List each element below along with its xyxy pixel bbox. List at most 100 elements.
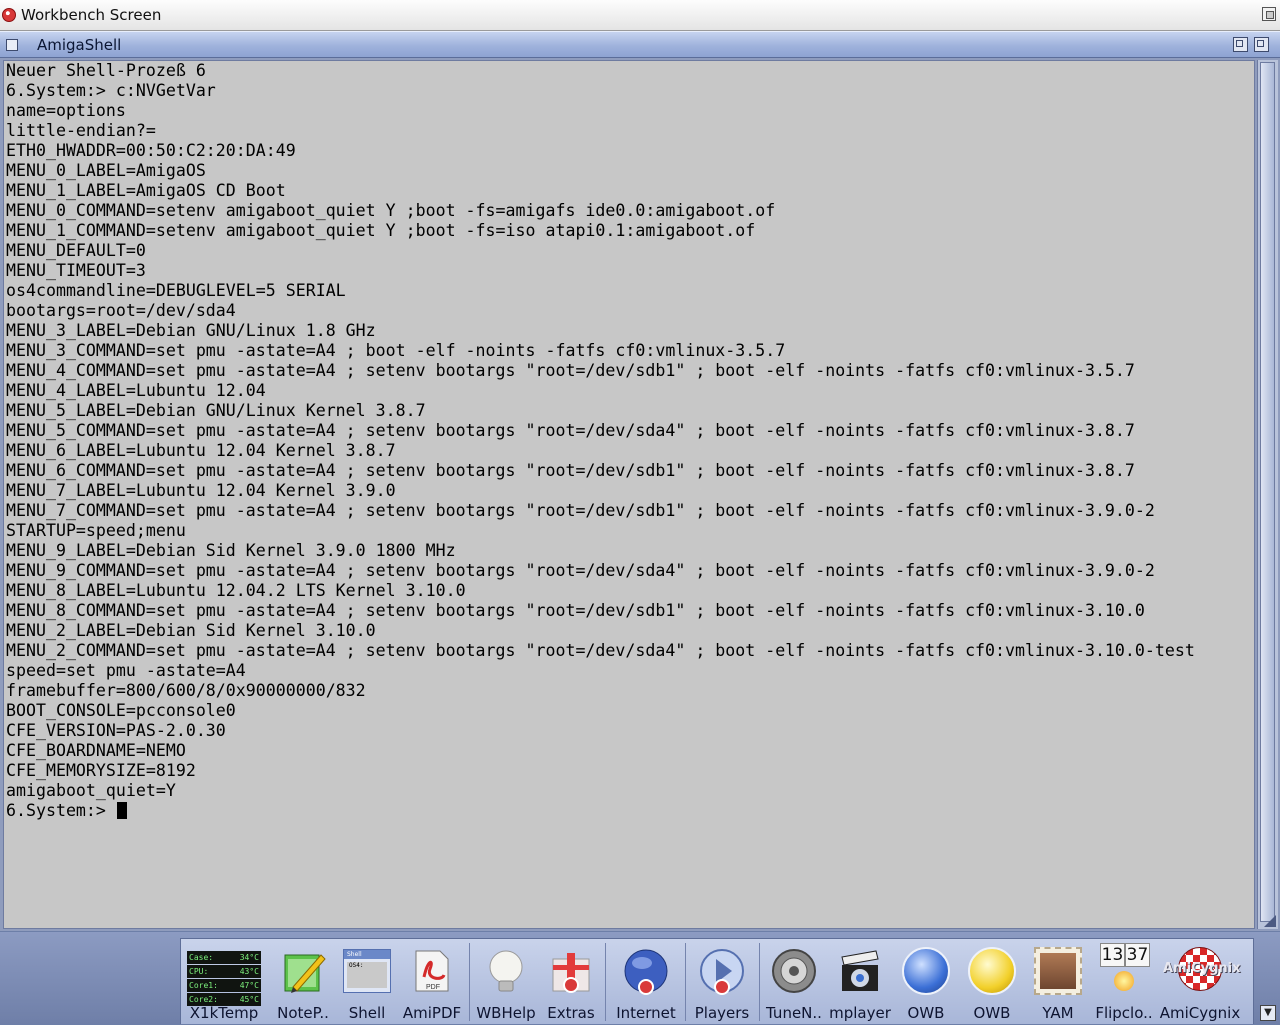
console-line: MENU_6_LABEL=Lubuntu 12.04 Kernel 3.8.7 (6, 441, 396, 460)
dock-scroll-down-button[interactable]: ▼ (1260, 1005, 1276, 1021)
console-line: MENU_1_COMMAND=setenv amigaboot_quiet Y … (6, 221, 756, 240)
shell-console[interactable]: Neuer Shell-Prozeß 6 6.System:> c:NVGetV… (3, 60, 1255, 929)
blue-orb-icon (902, 947, 950, 995)
console-line: os4commandline=DEBUGLEVEL=5 SERIAL (6, 281, 346, 300)
dock-separator (759, 943, 760, 1021)
dock-separator (685, 943, 686, 1021)
console-line: MENU_2_COMMAND=set pmu -astate=A4 ; sete… (6, 641, 1195, 660)
console-line: ETH0_HWADDR=00:50:C2:20:DA:49 (6, 141, 296, 160)
amicygnix-logo-text: AmiCygnix (1163, 961, 1241, 976)
shell-prompt: 6.System:> (6, 801, 116, 820)
window-title-bar[interactable]: AmigaShell (0, 31, 1280, 58)
dock-label: AmiPDF (402, 1004, 462, 1022)
flip-clock-icon: 13 37 (1100, 943, 1150, 991)
dock-label: OWB (907, 1004, 945, 1022)
dock-item-owb-yellow[interactable]: OWB (959, 939, 1025, 1025)
console-line: MENU_0_LABEL=AmigaOS (6, 161, 206, 180)
dock-item-extras[interactable]: Extras (541, 939, 601, 1025)
yellow-orb-icon (968, 947, 1016, 995)
console-line: MENU_3_COMMAND=set pmu -astate=A4 ; boot… (6, 341, 786, 360)
screen-title: Workbench Screen (21, 6, 162, 24)
depth-gadget-icon[interactable] (1254, 37, 1269, 52)
console-line: MENU_4_LABEL=Lubuntu 12.04 (6, 381, 266, 400)
dock-item-yam[interactable]: YAM (1027, 939, 1089, 1025)
console-line: CFE_BOARDNAME=NEMO (6, 741, 186, 760)
console-line: MENU_1_LABEL=AmigaOS CD Boot (6, 181, 286, 200)
dock-label: mplayer (829, 1004, 891, 1022)
dock-item-internet[interactable]: Internet (609, 939, 683, 1025)
console-line: MENU_4_COMMAND=set pmu -astate=A4 ; sete… (6, 361, 1135, 380)
dock-label: YAM (1042, 1004, 1074, 1022)
dock-label: X1kTemp (189, 1004, 259, 1022)
dock-item-shell[interactable]: Shell OS4: Shell (337, 939, 397, 1025)
temp-row: Case: 34°C (187, 951, 261, 964)
lightbulb-icon (489, 950, 523, 992)
window-title: AmigaShell (37, 36, 122, 54)
console-line: amigaboot_quiet=Y (6, 781, 176, 800)
size-gadget-icon[interactable] (1264, 915, 1276, 927)
temp-row: CPU: 43°C (187, 965, 261, 978)
dock-label: WBHelp (476, 1004, 536, 1022)
dock-item-owb-blue[interactable]: OWB (895, 939, 957, 1025)
console-line: CFE_MEMORYSIZE=8192 (6, 761, 196, 780)
console-line: MENU_0_COMMAND=setenv amigaboot_quiet Y … (6, 201, 776, 220)
console-line: Neuer Shell-Prozeß 6 (6, 61, 206, 80)
console-line: speed=set pmu -astate=A4 (6, 661, 246, 680)
pdf-label: PDF (426, 984, 440, 991)
dock-item-tunenet[interactable]: TuneN.. (763, 939, 825, 1025)
console-line: name=options (6, 101, 126, 120)
dock-item-flipclock[interactable]: 13 37 Flipclo.. (1091, 939, 1157, 1025)
dock-label: Players (694, 1004, 750, 1022)
console-line: MENU_5_COMMAND=set pmu -astate=A4 ; sete… (6, 421, 1135, 440)
dock-label: NoteP.. (277, 1004, 329, 1022)
console-line: MENU_5_LABEL=Debian GNU/Linux Kernel 3.8… (6, 401, 426, 420)
amiga-logo-icon (2, 8, 16, 22)
dock-separator (605, 943, 606, 1021)
dock-label: TuneN.. (766, 1004, 822, 1022)
amidock: Case: 34°C CPU: 43°C Core1: 47°C Core2: 45°C… (0, 932, 1280, 1024)
console-line: BOOT_CONSOLE=pcconsole0 (6, 701, 236, 720)
console-line: MENU_9_LABEL=Debian Sid Kernel 3.9.0 180… (6, 541, 456, 560)
console-line: MENU_TIMEOUT=3 (6, 261, 146, 280)
dock-label: Flipclo.. (1095, 1004, 1153, 1022)
play-button-icon (700, 949, 744, 995)
globe-icon (624, 949, 668, 995)
dock-separator (469, 943, 470, 1021)
shell-window: AmigaShell Neuer Shell-Prozeß 6 6.System… (0, 31, 1280, 931)
console-line: MENU_8_LABEL=Lubuntu 12.04.2 LTS Kernel … (6, 581, 466, 600)
console-line: STARTUP=speed;menu (6, 521, 186, 540)
console-output: Neuer Shell-Prozeß 6 6.System:> c:NVGetV… (6, 61, 1195, 821)
console-line: MENU_3_LABEL=Debian GNU/Linux 1.8 GHz (6, 321, 376, 340)
dock-item-wbhelp[interactable]: WBHelp (473, 939, 539, 1025)
screen-depth-gadget-icon[interactable] (1262, 7, 1276, 21)
iconify-gadget-icon[interactable] (1233, 37, 1248, 52)
dock-label: OWB (973, 1004, 1011, 1022)
console-line: MENU_DEFAULT=0 (6, 241, 146, 260)
vertical-scrollbar[interactable] (1257, 60, 1278, 929)
dock-item-amipdf[interactable]: PDF AmiPDF (399, 939, 465, 1025)
dock-label: Internet (616, 1004, 676, 1022)
scrollbar-thumb[interactable] (1260, 62, 1275, 922)
temp-row: Core1: 47°C (187, 979, 261, 992)
dock-item-amicygnix[interactable]: AmiCygnix AmiCygnix (1159, 939, 1241, 1025)
mail-stamp-icon (1034, 947, 1082, 995)
text-cursor (116, 802, 127, 819)
close-gadget-icon[interactable] (6, 39, 18, 51)
console-line: MENU_2_LABEL=Debian Sid Kernel 3.10.0 (6, 621, 376, 640)
console-line: bootargs=root=/dev/sda4 (6, 301, 236, 320)
dock-label: Shell (348, 1004, 386, 1022)
console-line: little-endian?= (6, 121, 156, 140)
dock-item-x1ktemp[interactable]: Case: 34°C CPU: 43°C Core1: 47°C Core2: 45°C… (181, 939, 267, 1025)
console-line: MENU_6_COMMAND=set pmu -astate=A4 ; sete… (6, 461, 1135, 480)
dock-item-notepad[interactable]: NoteP.. (271, 939, 335, 1025)
dock-item-players[interactable]: Players (689, 939, 755, 1025)
dock-item-mplayer[interactable]: mplayer (825, 939, 895, 1025)
dock-label: Extras (547, 1004, 595, 1022)
screen-title-bar[interactable]: Workbench Screen (0, 0, 1280, 31)
console-line: MENU_7_LABEL=Lubuntu 12.04 Kernel 3.9.0 (6, 481, 396, 500)
pdf-document-icon: PDF (415, 950, 449, 992)
console-line: MENU_9_COMMAND=set pmu -astate=A4 ; sete… (6, 561, 1155, 580)
console-line: CFE_VERSION=PAS-2.0.30 (6, 721, 226, 740)
console-line: 6.System:> c:NVGetVar (6, 81, 216, 100)
notepad-pencil-icon (284, 954, 326, 993)
